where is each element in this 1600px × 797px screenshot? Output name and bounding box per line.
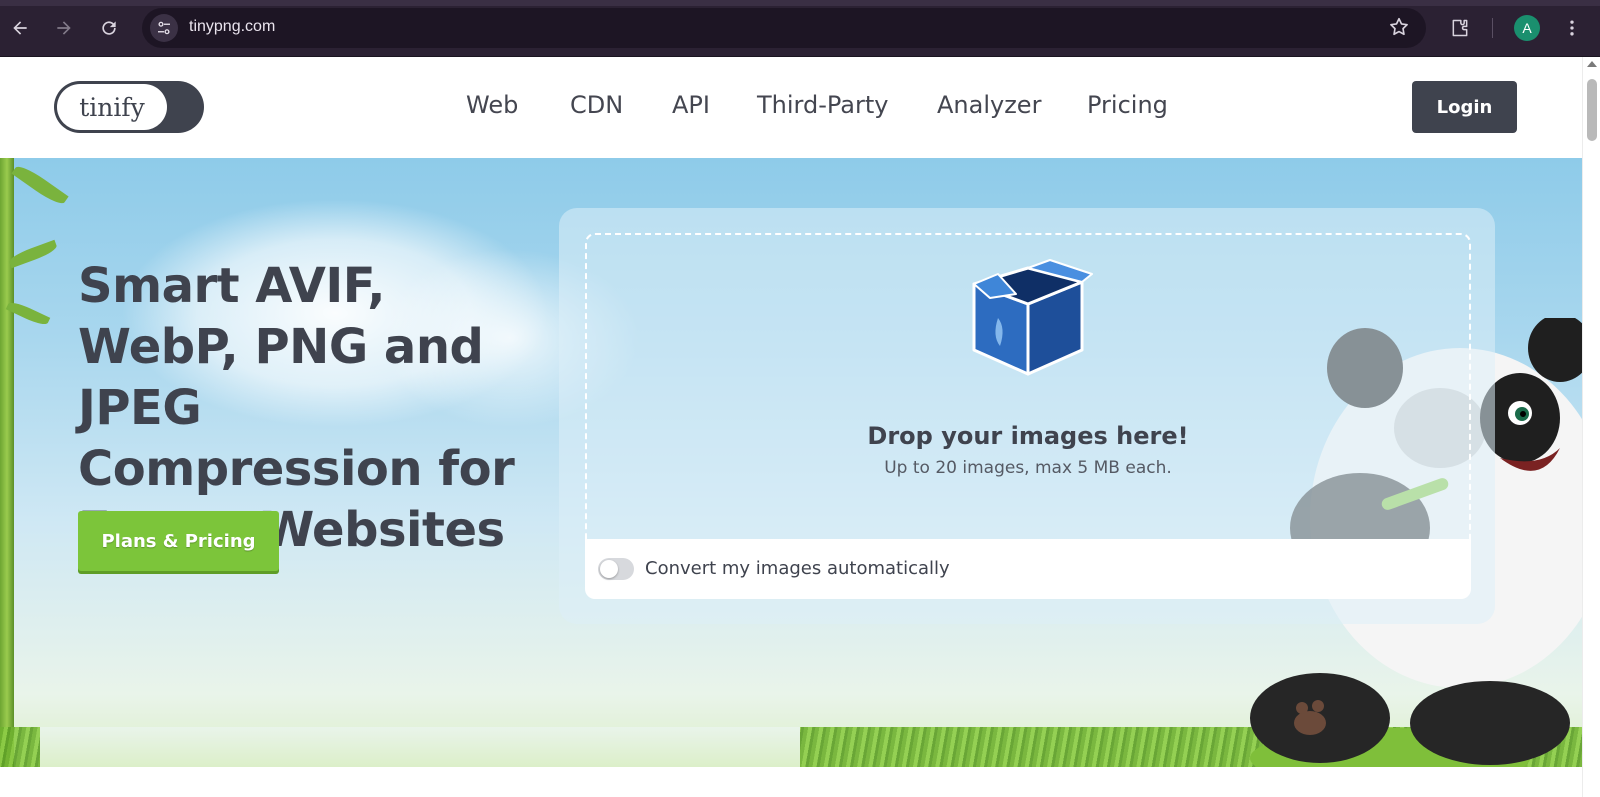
convert-toggle[interactable] <box>598 558 634 580</box>
page-scrollbar[interactable] <box>1582 57 1600 797</box>
login-button[interactable]: Login <box>1412 81 1517 133</box>
forward-icon[interactable] <box>50 14 78 42</box>
scroll-up-arrow-icon[interactable] <box>1587 61 1597 67</box>
nav-api[interactable]: API <box>672 91 710 119</box>
extensions-icon[interactable] <box>1446 14 1474 42</box>
convert-label[interactable]: Convert my images automatically <box>645 558 950 579</box>
url-text[interactable]: tinypng.com <box>189 18 275 36</box>
toggle-knob <box>600 560 618 578</box>
bamboo-leaf-decoration <box>7 239 59 269</box>
toolbar-separator <box>1492 18 1493 38</box>
scroll-thumb[interactable] <box>1587 79 1597 141</box>
drop-subtitle: Up to 20 images, max 5 MB each. <box>884 458 1172 478</box>
bamboo-decoration <box>0 158 14 767</box>
tab-strip <box>0 0 1600 6</box>
grass-fade <box>40 727 800 767</box>
site-header: tinify Web CDN API Third-Party Analyzer … <box>0 57 1582 158</box>
nav-analyzer[interactable]: Analyzer <box>937 91 1041 119</box>
profile-avatar[interactable]: A <box>1514 15 1540 41</box>
hero-section: Smart AVIF, WebP, PNG and JPEG Compressi… <box>0 158 1582 767</box>
address-bar[interactable]: tinypng.com <box>142 8 1426 48</box>
tinify-logo[interactable]: tinify <box>54 81 204 133</box>
drop-title: Drop your images here! <box>867 422 1189 450</box>
logo-text: tinify <box>57 84 167 130</box>
site-info-icon[interactable] <box>150 14 178 42</box>
plans-pricing-button[interactable]: Plans & Pricing <box>78 511 279 571</box>
nav-web[interactable]: Web <box>466 91 518 119</box>
page-below-fold <box>0 767 1582 797</box>
nav-third-party[interactable]: Third-Party <box>757 91 888 119</box>
reload-icon[interactable] <box>95 14 123 42</box>
browser-toolbar: tinypng.com A <box>0 0 1600 57</box>
back-icon[interactable] <box>6 14 34 42</box>
menu-icon[interactable] <box>1558 14 1586 42</box>
convert-option-bar: Convert my images automatically <box>585 539 1471 599</box>
nav-cdn[interactable]: CDN <box>570 91 623 119</box>
box-icon <box>972 259 1093 376</box>
nav-pricing[interactable]: Pricing <box>1087 91 1168 119</box>
bamboo-leaf-decoration <box>11 162 69 208</box>
bookmark-star-icon[interactable] <box>1388 16 1412 40</box>
